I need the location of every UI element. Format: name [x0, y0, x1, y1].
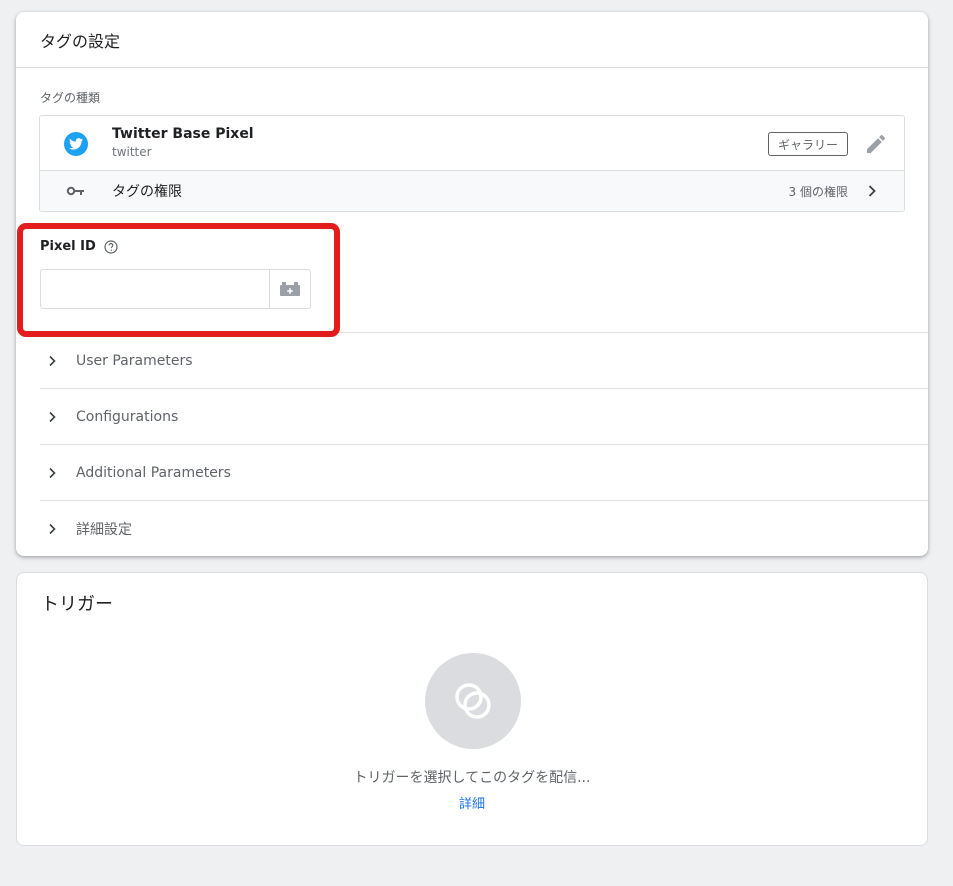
section-label: 詳細設定: [76, 521, 132, 538]
triggering-card: トリガー トリガーを選択してこのタグを配信... 詳細: [16, 572, 928, 846]
triggering-title: トリガー: [41, 594, 113, 615]
chevron-right-icon: [49, 467, 56, 478]
twitter-icon: [64, 132, 88, 156]
tag-configuration-card: タグの設定 タグの種類 Twitter Base Pixel twitter ギ…: [16, 12, 928, 556]
tag-permissions-row[interactable]: タグの権限 3 個の権限: [40, 171, 904, 211]
tag-name: Twitter Base Pixel: [112, 126, 254, 142]
pixel-id-input-group: [40, 269, 311, 309]
pixel-id-input[interactable]: [41, 270, 269, 308]
variable-brick-icon[interactable]: [269, 270, 310, 308]
chevron-right-icon: [49, 523, 56, 534]
section-additional-parameters[interactable]: Additional Parameters: [40, 444, 928, 500]
tag-type-box: Twitter Base Pixel twitter ギャラリー タグの権限 3…: [39, 115, 905, 212]
section-advanced-settings[interactable]: 詳細設定: [40, 500, 928, 556]
trigger-circles-icon[interactable]: [425, 653, 521, 749]
learn-more-link[interactable]: 詳細: [17, 793, 927, 812]
permissions-label: タグの権限: [112, 184, 182, 200]
section-label: Configurations: [76, 408, 179, 425]
key-icon: [66, 183, 86, 199]
edit-pencil-icon[interactable]: [864, 132, 888, 156]
section-label: Additional Parameters: [76, 464, 231, 481]
section-configurations[interactable]: Configurations: [40, 388, 928, 444]
chevron-right-icon: [49, 355, 56, 366]
gallery-button[interactable]: ギャラリー: [768, 132, 849, 156]
tag-sections-accordion: User Parameters Configurations Additiona…: [40, 332, 928, 556]
help-circle-icon[interactable]: [104, 239, 118, 254]
section-label: User Parameters: [76, 352, 193, 369]
permissions-count: 3 個の権限: [788, 185, 848, 199]
tag-type-label: タグの種類: [40, 91, 101, 105]
section-user-parameters[interactable]: User Parameters: [40, 332, 928, 388]
tag-configuration-title: タグの設定: [16, 12, 928, 68]
chevron-right-icon: [49, 411, 56, 422]
pixel-id-label: Pixel ID: [40, 239, 96, 254]
trigger-empty-text: トリガーを選択してこのタグを配信...: [353, 770, 591, 786]
tag-vendor: twitter: [112, 145, 152, 159]
tag-type-row[interactable]: Twitter Base Pixel twitter ギャラリー: [40, 116, 904, 171]
pixel-id-field-label: Pixel ID: [40, 239, 118, 254]
chevron-right-icon: [862, 181, 882, 201]
